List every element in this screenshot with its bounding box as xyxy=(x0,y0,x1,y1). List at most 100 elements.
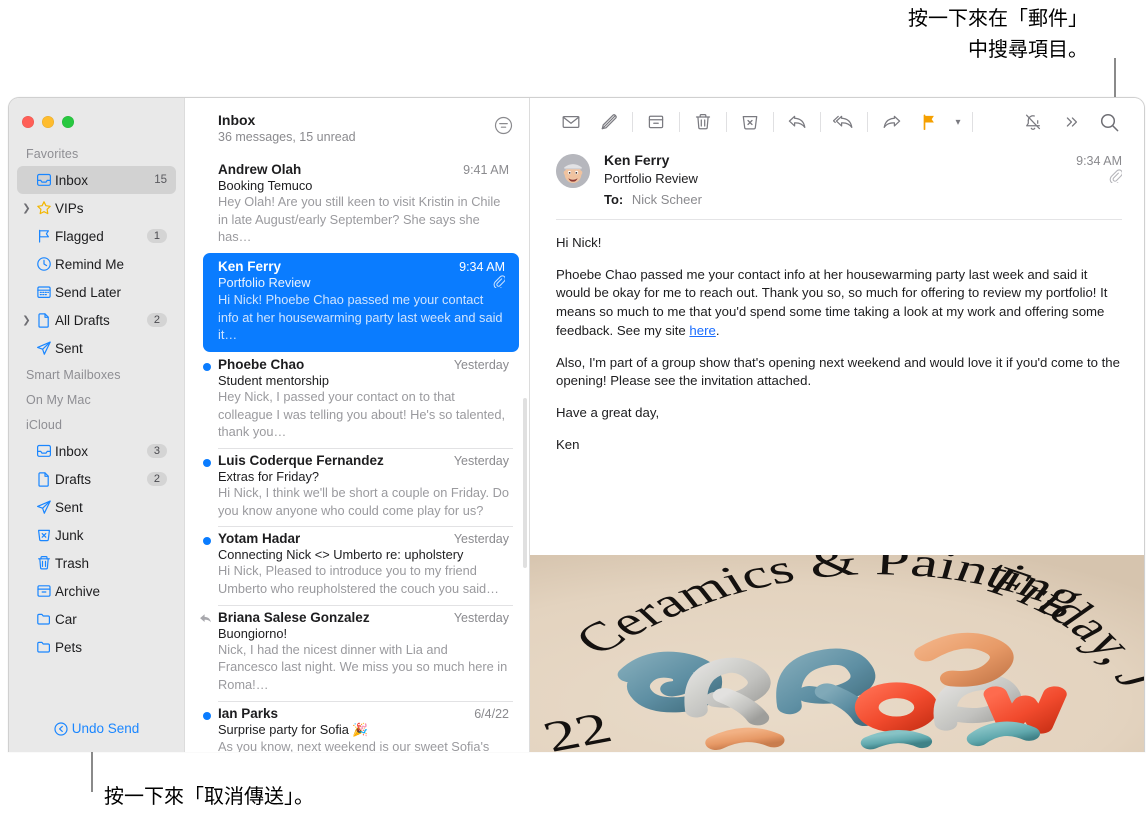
sender-name: Ken Ferry xyxy=(604,152,670,168)
forward-button[interactable] xyxy=(872,107,910,137)
message-sender: Ken Ferry xyxy=(218,258,282,274)
message-preview: Hey Nick, I passed your contact on to th… xyxy=(218,388,505,440)
sidebar-item-sent[interactable]: Sent xyxy=(17,493,176,521)
to-label: To: xyxy=(604,192,624,207)
reply-all-button[interactable] xyxy=(825,107,863,137)
close-button[interactable] xyxy=(22,116,34,128)
undo-send-button[interactable]: Undo Send xyxy=(9,721,184,736)
more-button[interactable] xyxy=(1052,107,1090,137)
message-sender: Phoebe Chao xyxy=(218,356,305,372)
folder-icon xyxy=(33,611,55,627)
sidebar-item-junk[interactable]: Junk xyxy=(17,521,176,549)
sidebar-item-vips[interactable]: ❯ VIPs xyxy=(17,194,176,222)
toolbar-separator xyxy=(679,112,680,132)
sidebar-item-label: Inbox xyxy=(55,172,89,188)
sidebar-section-header: iCloud xyxy=(26,418,63,432)
junk-icon xyxy=(740,112,760,132)
search-button[interactable] xyxy=(1090,107,1128,137)
sidebar-item-remind-me[interactable]: Remind Me xyxy=(17,250,176,278)
sidebar-item-label: Sent xyxy=(55,499,83,515)
sidebar-item-send-later[interactable]: Send Later xyxy=(17,278,176,306)
sidebar-item-drafts[interactable]: Drafts 2 xyxy=(17,465,176,493)
mailbox-list[interactable]: Favorites Inbox 15 ❯ VIPs Flagged 1 Remind Me Se… xyxy=(9,128,184,661)
inbox-icon xyxy=(33,443,55,459)
message-list[interactable]: Inbox 36 messages, 15 unread Andrew Olah… xyxy=(185,98,530,752)
archive-button[interactable] xyxy=(637,107,675,137)
paperclip-icon[interactable] xyxy=(1109,169,1123,188)
toolbar-separator xyxy=(867,112,868,132)
delete-button[interactable] xyxy=(684,107,722,137)
sidebar-item-all-drafts[interactable]: ❯ All Drafts 2 xyxy=(17,306,176,334)
chevron-down-icon[interactable]: ▾ xyxy=(948,117,968,128)
sidebar-item-label: Send Later xyxy=(55,284,122,300)
toolbar-separator xyxy=(726,112,727,132)
calendar-icon xyxy=(33,284,55,300)
sidebar-item-archive[interactable]: Archive xyxy=(17,577,176,605)
site-link[interactable]: here xyxy=(689,323,715,338)
callout-search-annotation: 按一下來在「郵件」 中搜尋項目。 xyxy=(908,8,1088,61)
clock-icon xyxy=(33,256,55,272)
junk-icon xyxy=(33,527,55,543)
sidebar-item-label: All Drafts xyxy=(55,312,110,328)
message-list-item[interactable]: Luis Coderque Fernandez Yesterday Extras f… xyxy=(185,447,529,526)
get-mail-button[interactable] xyxy=(552,107,590,137)
sidebar-item-flagged[interactable]: Flagged 1 xyxy=(17,222,176,250)
body-p1-text: Phoebe Chao passed me your contact info … xyxy=(556,266,1108,338)
callout-undo-send-annotation: 按一下來「取消傳送」。 xyxy=(104,786,314,808)
message-list-item[interactable]: Briana Salese Gonzalez Yesterday Buongiorn… xyxy=(185,604,529,701)
message-sender: Ian Parks xyxy=(218,705,279,721)
window-traffic-lights xyxy=(9,98,184,128)
message-subject: Portfolio Review xyxy=(604,171,698,186)
sidebar-item-label: Junk xyxy=(55,527,84,543)
chevron-right-icon[interactable]: ❯ xyxy=(20,203,33,214)
sidebar-item-badge: 2 xyxy=(146,472,167,486)
message-list-item[interactable]: Ian Parks 6/4/22 Surprise party for Sofia … xyxy=(185,700,529,753)
flag-button[interactable] xyxy=(910,107,948,137)
reply-button[interactable] xyxy=(778,107,816,137)
message-list-item[interactable]: Ken Ferry 9:34 AM Portfolio Review Hi Nick!… xyxy=(203,252,519,352)
document-icon xyxy=(33,471,55,487)
zoom-button[interactable] xyxy=(62,116,74,128)
reply-all-icon xyxy=(832,112,856,132)
sidebar-item-trash[interactable]: Trash xyxy=(17,549,176,577)
attachment-poster-image[interactable]: FRANKLIN SUMMER RESIDENCY xyxy=(530,555,1144,752)
mute-button[interactable] xyxy=(1014,107,1052,137)
toolbar-separator xyxy=(972,112,973,132)
minimize-button[interactable] xyxy=(42,116,54,128)
sidebar-item-inbox[interactable]: Inbox 3 xyxy=(17,437,176,465)
message-list-item[interactable]: Yotam Hadar Yesterday Connecting Nick <> U… xyxy=(185,526,529,604)
paperplane-icon xyxy=(33,340,55,356)
junk-button[interactable] xyxy=(731,107,769,137)
body-closing: Have a great day, xyxy=(556,405,660,421)
message-list-item[interactable]: Andrew Olah 9:41 AM Booking Temuco Hey Olah… xyxy=(185,157,529,253)
compose-button[interactable] xyxy=(590,107,628,137)
sidebar-item-label: Trash xyxy=(55,555,90,571)
message-toolbar[interactable]: ▾ xyxy=(530,98,1144,146)
message-sender: Andrew Olah xyxy=(218,162,302,177)
message-list-item[interactable]: Phoebe Chao Yesterday Student mentorship He… xyxy=(185,352,529,448)
undo-send-label: Undo Send xyxy=(71,721,140,736)
chevron-right-icon[interactable]: ❯ xyxy=(20,315,33,326)
message-preview: Hi Nick! Phoebe Chao passed me your cont… xyxy=(218,291,503,343)
body-paragraph-1: Phoebe Chao passed me your contact info … xyxy=(556,266,1122,341)
message-list-scrollbar[interactable] xyxy=(523,398,527,568)
folder-icon xyxy=(33,639,55,655)
sidebar: Favorites Inbox 15 ❯ VIPs Flagged 1 Remind Me Se… xyxy=(9,98,185,752)
message-preview: As you know, next weekend is our sweet S… xyxy=(218,738,490,753)
trash-icon xyxy=(33,555,55,571)
body-signature: Ken xyxy=(556,436,580,452)
sidebar-item-sent[interactable]: Sent xyxy=(17,334,176,362)
sidebar-section-header: Favorites xyxy=(26,147,79,161)
body-p1-tail: . xyxy=(715,322,720,338)
message-sender: Luis Coderque Fernandez xyxy=(218,452,384,468)
message-date: Yesterday xyxy=(453,610,509,625)
sidebar-item-pets[interactable]: Pets xyxy=(17,633,176,661)
filter-icon[interactable] xyxy=(494,116,513,140)
unread-indicator xyxy=(203,537,211,546)
sidebar-item-badge: 3 xyxy=(146,444,167,458)
unread-indicator xyxy=(203,458,211,467)
callout-undo-send-leader-line xyxy=(91,748,93,792)
sidebar-item-inbox[interactable]: Inbox 15 xyxy=(17,166,176,194)
sidebar-item-car[interactable]: Car xyxy=(17,605,176,633)
message-time: 9:34 AM xyxy=(1076,154,1122,168)
